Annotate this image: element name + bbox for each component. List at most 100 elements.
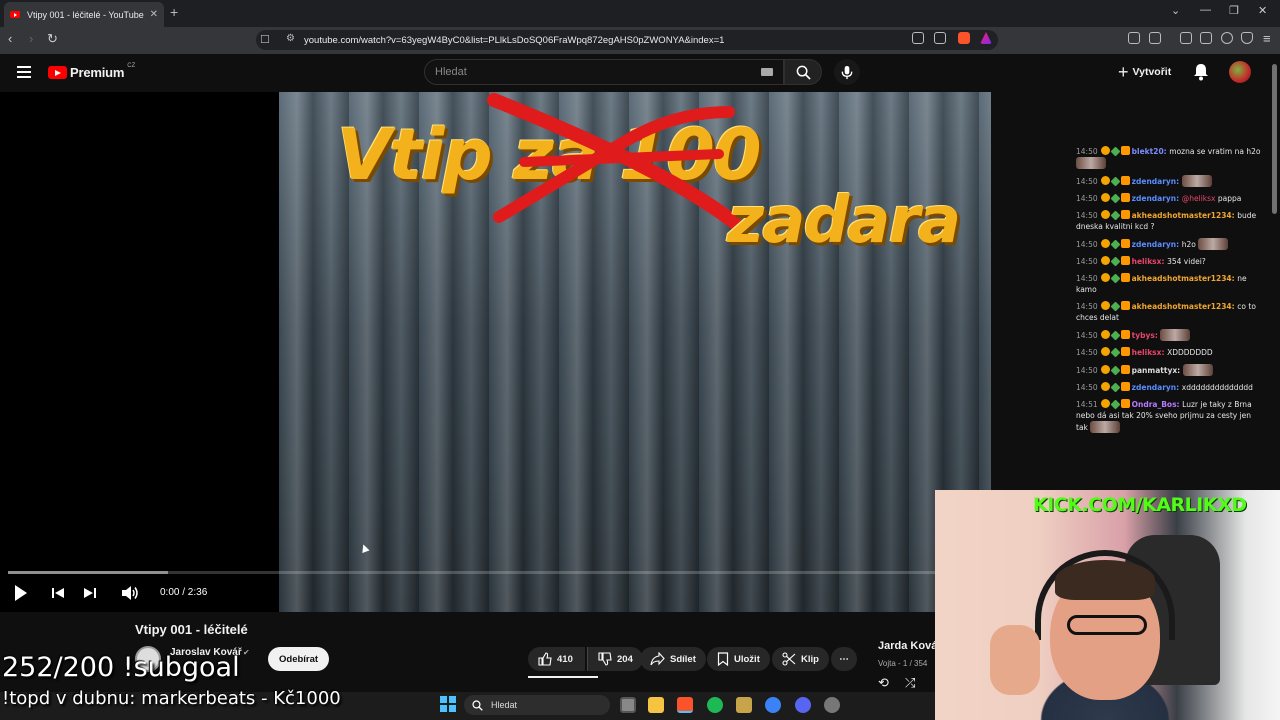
- tab-list-chevron-icon[interactable]: ⌄: [1171, 4, 1180, 17]
- task-view-icon[interactable]: [620, 697, 636, 713]
- brave-shields-icon[interactable]: [958, 32, 970, 44]
- playlist-title[interactable]: Jarda Kovář: [878, 640, 942, 652]
- youtube-premium-logo[interactable]: Premium CZ: [48, 62, 136, 80]
- chat-badge-icon: [1120, 176, 1130, 185]
- chat-badge-icon: [1120, 382, 1130, 391]
- chat-timestamp: 14:50: [1076, 366, 1098, 375]
- youtube-favicon-icon: [10, 11, 20, 18]
- verified-badge-icon: ✔: [243, 648, 250, 657]
- clip-label: Klip: [801, 653, 819, 665]
- sidebar-icon[interactable]: [1180, 32, 1192, 44]
- more-icon: ⋯: [839, 653, 849, 665]
- chat-emote-icon: [1182, 364, 1213, 376]
- wallet-icon[interactable]: [1149, 32, 1161, 44]
- streamer-hair: [1055, 560, 1155, 600]
- video-progress-bar[interactable]: [8, 571, 968, 574]
- logo-country-code: CZ: [127, 62, 136, 69]
- page-scrollbar[interactable]: [1270, 54, 1280, 490]
- play-button[interactable]: [14, 584, 28, 607]
- chat-mention: @heliksx: [1181, 194, 1218, 203]
- chat-text: mozna se vratim na h2o: [1169, 147, 1261, 156]
- tab-title: Vtipy 001 - léčitelé - YouTube: [27, 9, 144, 20]
- reload-icon[interactable]: ↻: [47, 31, 58, 47]
- save-button[interactable]: Uložit: [707, 647, 770, 671]
- chat-badge-icon: [1100, 193, 1110, 202]
- scissors-icon: [782, 652, 796, 666]
- chat-badge-icon: [1110, 193, 1121, 204]
- search-button[interactable]: [784, 59, 822, 85]
- youtube-play-logo-icon: [48, 66, 67, 79]
- app-misc-icon[interactable]: [824, 697, 840, 713]
- volume-button[interactable]: [121, 584, 139, 607]
- share-label: Sdílet: [670, 653, 696, 665]
- menu-hamburger-icon[interactable]: [17, 66, 31, 78]
- keyboard-icon[interactable]: [761, 68, 773, 76]
- brave-browser-icon[interactable]: [677, 697, 693, 713]
- extensions-icon[interactable]: [1128, 32, 1140, 44]
- top-donation-text: !topd v dubnu: markerbeats - Kč1000: [2, 688, 341, 709]
- new-tab-button[interactable]: +: [170, 4, 178, 20]
- chat-message: 14:50 zdendaryn: @heliksx pappa: [1076, 193, 1262, 204]
- playlist-position: Vojta - 1 / 354: [878, 659, 928, 668]
- previous-button[interactable]: [51, 584, 65, 607]
- chat-badge-icon: [1100, 210, 1110, 219]
- bookmark-icon[interactable]: ☐: [260, 33, 270, 46]
- loop-playlist-icon[interactable]: ⟲: [878, 675, 889, 691]
- scrollbar-thumb[interactable]: [1272, 64, 1277, 214]
- chat-badge-icon: [1110, 382, 1121, 393]
- maximize-icon[interactable]: ❐: [1229, 4, 1239, 17]
- chat-badge-icon: [1120, 365, 1130, 374]
- chat-username: panmattyx:: [1131, 366, 1183, 375]
- forward-icon[interactable]: ›: [29, 31, 33, 46]
- more-actions-button[interactable]: ⋯: [831, 647, 857, 671]
- site-info-icon[interactable]: ⚙: [286, 33, 295, 44]
- bookmark-save-icon: [717, 652, 729, 666]
- streamer-hand: [990, 625, 1040, 695]
- search-placeholder: Hledat: [435, 66, 467, 78]
- window-close-icon[interactable]: ✕: [1258, 4, 1267, 17]
- browser-tab[interactable]: Vtipy 001 - léčitelé - YouTube ✕: [4, 2, 164, 27]
- clip-button[interactable]: Klip: [772, 647, 829, 671]
- taskbar-search[interactable]: Hledat: [464, 695, 610, 715]
- chat-message: 14:50 akheadshotmaster1234: ne kamo: [1076, 273, 1262, 295]
- tab-close-icon[interactable]: ✕: [150, 9, 158, 20]
- cast-icon[interactable]: [912, 32, 924, 44]
- leo-ai-icon[interactable]: [1221, 32, 1233, 44]
- chat-badge-icon: [1110, 365, 1121, 376]
- back-icon[interactable]: ‹: [8, 31, 12, 46]
- browser-tab-bar: [0, 0, 1280, 27]
- app-c-icon[interactable]: [765, 697, 781, 713]
- chat-timestamp: 14:50: [1076, 147, 1098, 156]
- discord-icon[interactable]: [795, 697, 811, 713]
- dislike-button[interactable]: 204: [587, 647, 643, 671]
- tab-search-icon[interactable]: [1200, 32, 1212, 44]
- chat-message: 14:50 heliksx: 354 videi?: [1076, 256, 1262, 267]
- video-frame[interactable]: Vtip za 100 zadara: [279, 92, 991, 612]
- browser-menu-icon[interactable]: ≡: [1263, 31, 1271, 46]
- chat-username: akheadshotmaster1234:: [1131, 302, 1238, 311]
- file-explorer-icon[interactable]: [648, 697, 664, 713]
- shuffle-icon[interactable]: ⤮: [905, 675, 915, 691]
- share-icon: [650, 652, 665, 666]
- user-avatar[interactable]: [1229, 61, 1251, 83]
- subscribe-button[interactable]: Odebírat: [268, 647, 330, 671]
- chat-timestamp: 14:50: [1076, 302, 1098, 311]
- app-icon[interactable]: [736, 697, 752, 713]
- like-button[interactable]: 410: [528, 647, 585, 671]
- subgoal-text: 252/200 !subgoal: [2, 652, 240, 683]
- minimize-icon[interactable]: —: [1200, 4, 1211, 16]
- voice-search-button[interactable]: [834, 59, 860, 85]
- video-title: Vtipy 001 - léčitelé: [135, 622, 248, 637]
- search-input[interactable]: Hledat: [424, 59, 784, 85]
- address-bar[interactable]: ☐ ⚙ youtube.com/watch?v=63yegW4ByC0&list…: [256, 30, 998, 50]
- windows-start-icon[interactable]: [440, 696, 456, 712]
- vpn-shield-icon[interactable]: [1241, 32, 1253, 44]
- next-button[interactable]: [83, 584, 97, 607]
- notifications-bell-icon[interactable]: [1193, 63, 1209, 86]
- chat-text: h2o: [1181, 240, 1199, 249]
- create-button[interactable]: + Vytvořit: [1118, 60, 1171, 84]
- spotify-icon[interactable]: [707, 697, 723, 713]
- share-page-icon[interactable]: [934, 32, 946, 44]
- chat-badge-icon: [1120, 256, 1130, 265]
- share-button[interactable]: Sdílet: [640, 647, 706, 671]
